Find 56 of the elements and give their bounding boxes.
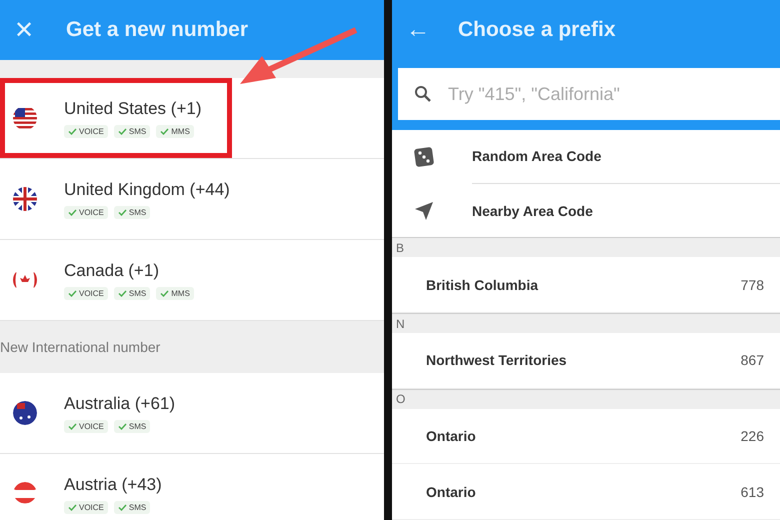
section-heading: New International number — [0, 339, 160, 355]
region-code: 867 — [740, 352, 764, 368]
region-name[interactable]: Northwest Territories — [426, 352, 567, 368]
region-code: 613 — [740, 484, 764, 500]
check-icon — [68, 290, 77, 296]
flag-icon — [12, 400, 38, 426]
feature-tag: VOICE — [64, 286, 108, 300]
group-letter: N — [396, 316, 405, 331]
area-code-option[interactable]: Nearby Area Code — [472, 184, 780, 238]
region-name[interactable]: Ontario — [426, 484, 476, 500]
feature-tag: SMS — [114, 206, 150, 218]
check-icon — [68, 208, 77, 216]
region-name[interactable]: British Columbia — [426, 276, 538, 293]
feature-tag: SMS — [114, 420, 150, 432]
feature-tag: SMS — [114, 124, 150, 138]
navigation-arrow-icon — [414, 200, 434, 221]
check-icon — [68, 504, 77, 510]
region-name[interactable]: Ontario — [426, 428, 476, 444]
group-letter: O — [396, 392, 406, 406]
country-name[interactable]: Austria (+43) — [64, 474, 162, 494]
country-row[interactable]: United States (+1) VOICE SMS MMS — [0, 78, 384, 159]
country-name[interactable]: United States (+1) — [64, 98, 202, 118]
flag-icon — [12, 186, 38, 212]
dice-icon — [414, 146, 434, 167]
region-code: 778 — [740, 276, 764, 293]
feature-tag: MMS — [156, 286, 194, 300]
check-icon — [160, 290, 170, 296]
country-row[interactable]: United Kingdom (+44) VOICE SMS — [0, 159, 384, 240]
search-field[interactable]: Try "415", "California" — [398, 68, 780, 120]
check-icon — [118, 290, 127, 296]
area-code-option[interactable]: Random Area Code — [472, 130, 780, 184]
check-icon — [68, 422, 77, 430]
feature-tag: SMS — [114, 286, 150, 300]
search-icon — [414, 85, 432, 103]
check-icon — [118, 128, 127, 134]
feature-tag: SMS — [114, 500, 150, 514]
flag-icon — [12, 105, 38, 131]
feature-tag: VOICE — [64, 124, 108, 138]
screen-title: Choose a prefix — [458, 18, 616, 42]
country-row[interactable]: Austria (+43) VOICE SMS — [0, 454, 384, 520]
check-icon — [68, 128, 77, 134]
feature-tag: VOICE — [64, 206, 108, 218]
screen-title: Get a new number — [66, 18, 248, 42]
country-name[interactable]: Canada (+1) — [64, 260, 194, 280]
feature-tag: VOICE — [64, 420, 108, 432]
country-name[interactable]: United Kingdom (+44) — [64, 180, 230, 200]
country-row[interactable]: Australia (+61) VOICE SMS — [0, 373, 384, 454]
feature-tag: VOICE — [64, 500, 108, 514]
check-icon — [118, 504, 127, 510]
country-name[interactable]: Australia (+61) — [64, 394, 176, 414]
region-code: 226 — [740, 428, 764, 444]
feature-tag: MMS — [156, 124, 194, 138]
check-icon — [160, 128, 170, 134]
group-letter: B — [396, 240, 404, 255]
check-icon — [118, 208, 127, 216]
check-icon — [118, 422, 127, 430]
